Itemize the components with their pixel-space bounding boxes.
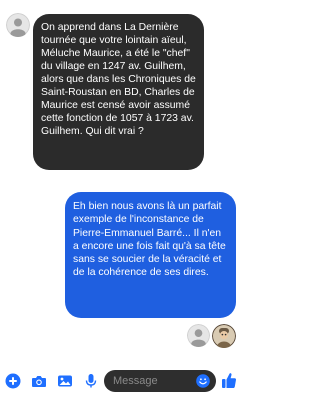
microphone-icon[interactable] bbox=[83, 373, 99, 389]
outgoing-message-bubble[interactable]: Eh bien nous avons là un parfait exemple… bbox=[65, 192, 236, 318]
plus-icon[interactable] bbox=[5, 373, 21, 389]
emoji-icon[interactable] bbox=[196, 374, 210, 388]
image-icon[interactable] bbox=[57, 373, 73, 389]
message-composer: Message bbox=[0, 366, 244, 396]
thumbs-up-icon[interactable] bbox=[221, 372, 237, 389]
seen-by-avatar-default bbox=[187, 324, 210, 347]
default-user-icon bbox=[6, 13, 30, 37]
sender-avatar[interactable] bbox=[6, 13, 30, 37]
camera-icon[interactable] bbox=[31, 373, 47, 389]
incoming-message-bubble[interactable]: On apprend dans La Dernière tournée que … bbox=[33, 14, 204, 170]
seen-by-avatar-photo bbox=[212, 324, 236, 348]
